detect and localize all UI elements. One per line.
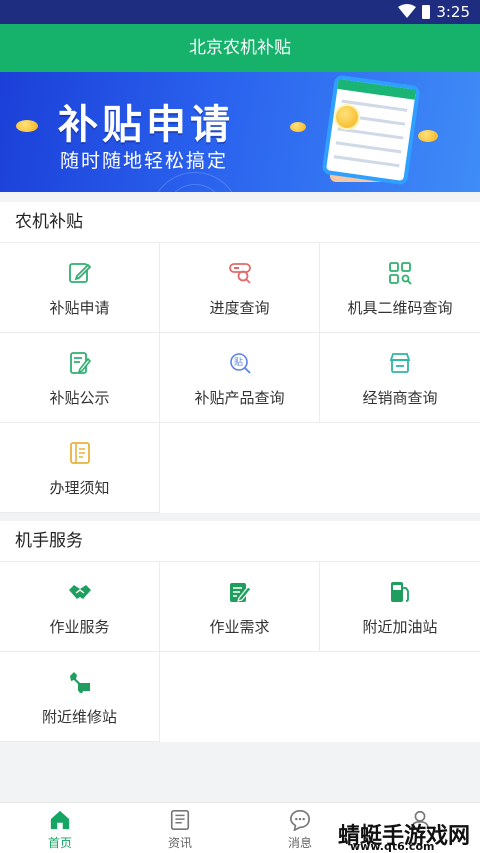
menu-item-product-query[interactable]: 贴 补贴产品查询 [160,333,320,423]
notice-icon [70,352,92,374]
menu-item-qr-query[interactable]: 机具二维码查询 [320,243,480,333]
coin-icon [290,122,306,132]
handshake-icon [69,585,91,599]
menu-item-label: 补贴公示 [49,389,110,407]
menu-item-label: 补贴申请 [49,299,110,317]
menu-item-label: 办理须知 [49,479,110,497]
menu-item-label: 附近加油站 [362,618,438,636]
message-icon [290,810,310,831]
menu-item-repair-station[interactable]: 附近维修站 [0,652,160,742]
task-edit-icon [230,583,252,602]
section-driver-service: 机手服务 作业服务 作业需求 附近加油站 附近维修站 [0,521,480,742]
gas-station-icon [391,582,409,602]
menu-item-work-service[interactable]: 作业服务 [0,562,160,652]
tab-news[interactable]: 资讯 [120,803,240,853]
coin-icon [16,120,38,132]
battery-icon [422,5,430,19]
status-time: 3:25 [436,3,470,21]
home-icon [50,810,70,830]
menu-item-label: 作业需求 [209,618,270,636]
menu-item-subsidy-apply[interactable]: 补贴申请 [0,243,160,333]
wifi-icon [398,4,416,18]
edit-icon [69,263,92,283]
progress-search-icon [229,263,251,284]
banner-title: 补贴申请 [58,102,234,148]
tab-home[interactable]: 首页 [0,803,120,853]
menu-item-label: 经销商查询 [362,389,438,407]
menu-item-work-demand[interactable]: 作业需求 [160,562,320,652]
menu-item-guide[interactable]: 办理须知 [0,423,160,513]
guide-icon [70,442,90,464]
menu-item-subsidy-notice[interactable]: 补贴公示 [0,333,160,423]
section-title: 农机补贴 [0,202,480,243]
tab-label: 资讯 [167,836,192,850]
menu-item-label: 作业服务 [49,618,110,636]
watermark-url: www.qt6.com [350,840,435,853]
menu-item-label: 进度查询 [209,299,270,317]
news-icon [170,810,190,830]
banner-subtitle: 随时随地轻松搞定 [60,150,229,172]
banner[interactable]: 补贴申请 随时随地轻松搞定 [0,72,480,192]
menu-item-dealer-query[interactable]: 经销商查询 [320,333,480,423]
coin-icon [418,130,438,142]
repair-icon [70,672,90,693]
status-bar: 3:25 [0,0,480,24]
qr-code-icon [389,262,412,285]
svg-text:贴: 贴 [234,356,243,368]
section-subsidy: 农机补贴 补贴申请 进度查询 机具二维码查询 补贴公示 贴 补贴产品查询 经销商… [0,202,480,513]
section-title: 机手服务 [0,521,480,562]
product-search-icon: 贴 [230,353,251,374]
store-icon [389,353,411,373]
menu-item-gas-station[interactable]: 附近加油站 [320,562,480,652]
menu-item-label: 附近维修站 [41,708,117,726]
page-title: 北京农机补贴 [0,24,480,72]
menu-item-progress[interactable]: 进度查询 [160,243,320,333]
coin-icon [334,104,360,130]
menu-item-label: 补贴产品查询 [194,389,285,407]
tab-label: 首页 [47,836,72,850]
phone-illustration [321,74,421,186]
menu-item-label: 机具二维码查询 [347,299,453,317]
